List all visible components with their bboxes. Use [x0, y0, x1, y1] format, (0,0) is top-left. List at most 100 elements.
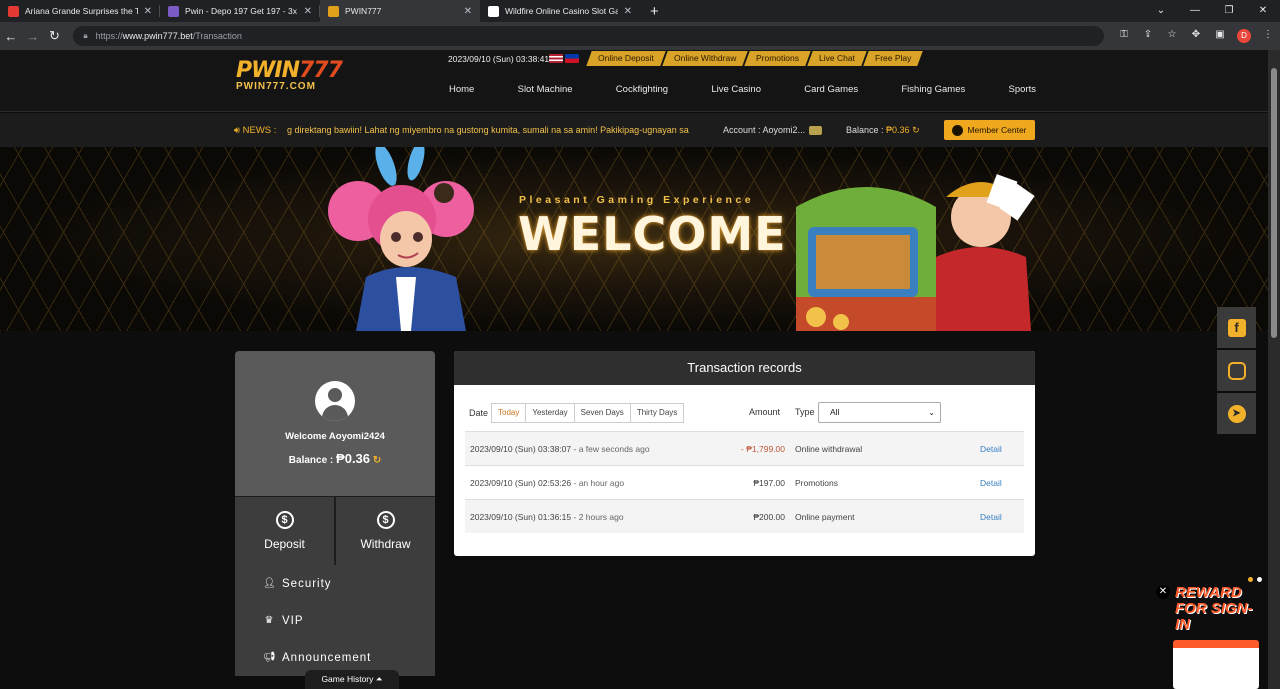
nav-card-games[interactable]: Card Games [804, 84, 858, 95]
minimize-button[interactable]: — [1178, 0, 1212, 22]
close-tab-icon[interactable]: ✕ [144, 6, 152, 17]
logo-text: PWIN [236, 58, 300, 83]
game-history-toggle[interactable]: Game History ⏶ [305, 670, 399, 689]
crown-icon: ♛ [264, 615, 275, 626]
browser-tab[interactable]: Ariana Grande Surprises the TNT ✕ [0, 0, 160, 22]
withdraw-icon: $ [376, 511, 395, 529]
facebook-button[interactable]: f [1217, 307, 1256, 348]
live-chat-button[interactable]: Live Chat [807, 51, 867, 66]
browser-tab[interactable]: Pwin - Depo 197 Get 197 - 3x TO ✕ [160, 0, 320, 22]
user-avatar-icon [315, 381, 355, 421]
nav-fishing-games[interactable]: Fishing Games [901, 84, 965, 95]
chevron-down-icon[interactable]: ⌄ [1144, 0, 1178, 22]
page-scrollbar[interactable] [1268, 50, 1280, 689]
amount-label: Amount [749, 407, 781, 417]
user-balance-value: ₱0.36 [336, 451, 371, 466]
welcome-banner: Pleasant Gaming Experience WELCOME [0, 147, 1268, 331]
deposit-button[interactable]: $ Deposit [235, 497, 336, 565]
type-select[interactable]: All ⌄ [818, 402, 941, 423]
row-detail-link[interactable]: Detail [980, 478, 1002, 488]
row-date: 2023/09/10 (Sun) 01:36:15 [470, 511, 572, 522]
logo-number: 777 [299, 58, 343, 83]
withdraw-button[interactable]: $ Withdraw [336, 497, 435, 565]
menu-security[interactable]: 👤︎ Security [235, 565, 435, 602]
refresh-icon[interactable]: ↻ [373, 455, 381, 466]
free-play-button[interactable]: Free Play [863, 51, 924, 66]
reward-title: REWARD FOR SIGN-IN [1175, 584, 1253, 633]
nav-sports[interactable]: Sports [1009, 84, 1036, 95]
back-button[interactable]: ← [0, 29, 22, 44]
share-icon[interactable]: ⇪ [1136, 29, 1160, 43]
instagram-icon [1227, 361, 1246, 380]
filter-yesterday[interactable]: Yesterday [525, 403, 575, 423]
transaction-table: 2023/09/10 (Sun) 03:38:07 - a few second… [465, 431, 1024, 533]
window-controls: ⌄ — ❐ ✕ [1144, 0, 1280, 22]
header-datetime: 2023/09/10 (Sun) 03:38:41 [448, 54, 550, 64]
transaction-title: Transaction records [454, 351, 1035, 385]
menu-icon[interactable]: ⋮ [1256, 29, 1280, 43]
url-host: www.pwin777.bet [122, 31, 193, 41]
nav-slot-machine[interactable]: Slot Machine [518, 84, 573, 95]
nav-cockfighting[interactable]: Cockfighting [616, 84, 668, 95]
close-tab-icon[interactable]: ✕ [304, 6, 312, 17]
tab-title: Pwin - Depo 197 Get 197 - 3x TO [185, 6, 298, 16]
promotions-button[interactable]: Promotions [744, 51, 811, 66]
sidepanel-icon[interactable]: ▣ [1208, 29, 1232, 43]
url-input[interactable]: 🔒︎ https://www.pwin777.bet/Transaction [73, 26, 1104, 46]
type-label: Type [795, 407, 815, 417]
reload-button[interactable]: ↻ [44, 28, 66, 44]
filter-thirty-days[interactable]: Thirty Days [629, 403, 685, 423]
menu-vip[interactable]: ♛ VIP [235, 602, 435, 639]
url-path: /Transaction [192, 31, 242, 41]
row-detail-link[interactable]: Detail [980, 444, 1002, 454]
close-icon[interactable]: ✕ [1156, 585, 1170, 599]
member-center-button[interactable]: Member Center [944, 120, 1035, 140]
maximize-button[interactable]: ❐ [1212, 0, 1246, 22]
nav-live-casino[interactable]: Live Casino [711, 84, 761, 95]
transaction-filters: Date Today Yesterday Seven Days Thirty D… [469, 401, 1029, 425]
row-detail-link[interactable]: Detail [980, 512, 1002, 522]
reward-sign-in-widget[interactable]: ✕ REWARD FOR SIGN-IN [1156, 577, 1268, 689]
instagram-button[interactable] [1217, 350, 1256, 391]
browser-tab-active[interactable]: PWIN777 ✕ [320, 0, 480, 22]
online-deposit-button[interactable]: Online Deposit [586, 51, 666, 66]
balance-label: Balance : [846, 125, 884, 135]
us-flag-icon[interactable] [549, 54, 563, 63]
filter-seven-days[interactable]: Seven Days [573, 403, 631, 423]
date-label: Date [469, 408, 489, 418]
banner-title: WELCOME [518, 207, 787, 261]
browser-tab[interactable]: Wildfire Online Casino Slot Game ✕ [480, 0, 640, 22]
close-tab-icon[interactable]: ✕ [624, 6, 632, 17]
close-tab-icon[interactable]: ✕ [464, 6, 472, 17]
ph-flag-icon[interactable] [565, 54, 579, 63]
site-logo[interactable]: PWIN777 PWIN777.COM [236, 58, 348, 106]
row-amount: - ₱1,799.00 [741, 443, 785, 454]
row-relative-time: - a few seconds ago [573, 443, 650, 454]
table-row: 2023/09/10 (Sun) 01:36:15 - 2 hours ago … [465, 499, 1024, 533]
filter-today[interactable]: Today [491, 403, 527, 423]
forward-button[interactable]: → [22, 29, 44, 44]
message-icon[interactable] [809, 126, 823, 136]
tab-title: PWIN777 [345, 6, 382, 16]
key-icon[interactable]: ⚿ [1112, 29, 1136, 43]
site-header: PWIN777 PWIN777.COM 2023/09/10 (Sun) 03:… [0, 50, 1268, 112]
profile-avatar[interactable]: D [1237, 29, 1251, 43]
news-bar: 🔊︎ NEWS : g direktang bawiin! Lahat ng m… [0, 113, 1268, 147]
bunny-girl-illustration [328, 147, 474, 331]
row-type: Online withdrawal [795, 443, 863, 454]
youtube-icon [8, 5, 19, 17]
row-relative-time: - 2 hours ago [573, 511, 624, 522]
welcome-text: Welcome Aoyomi2424 [285, 431, 385, 442]
new-tab-button[interactable]: + [650, 3, 659, 20]
facebook-icon: f [1227, 318, 1246, 337]
extensions-icon[interactable]: ✥ [1184, 29, 1208, 43]
online-withdraw-button[interactable]: Online Withdraw [662, 51, 748, 66]
nav-home[interactable]: Home [449, 84, 474, 95]
star-icon[interactable]: ☆ [1160, 29, 1184, 43]
address-bar: ← → ↻ 🔒︎ https://www.pwin777.bet/Transac… [0, 22, 1280, 50]
close-window-button[interactable]: ✕ [1246, 0, 1280, 22]
telegram-button[interactable]: ➤ [1217, 393, 1256, 434]
url-prefix: https:// [95, 31, 123, 41]
refresh-icon[interactable]: ↻ [912, 125, 920, 135]
banner-subtitle: Pleasant Gaming Experience [519, 194, 755, 206]
